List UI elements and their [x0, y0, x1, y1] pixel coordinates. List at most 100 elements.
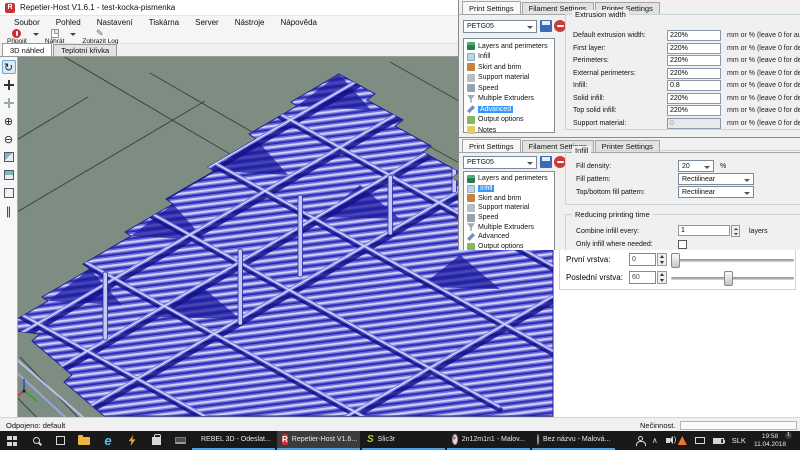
tab-print-settings[interactable]: Print Settings: [462, 1, 521, 14]
isometric-view-icon[interactable]: [2, 150, 16, 164]
start-button[interactable]: [0, 431, 24, 450]
taskbar-button-paint-2[interactable]: Bez názvu - Malová...: [532, 431, 615, 450]
output-icon: [467, 116, 475, 124]
taskbar-button-slic3r[interactable]: SSlic3r: [362, 431, 445, 450]
menu-tiskarna[interactable]: Tiskárna: [141, 18, 187, 27]
first-layer-input[interactable]: [629, 253, 656, 266]
save-profile-icon[interactable]: [540, 156, 552, 168]
zoom-in-icon[interactable]: ⊕: [2, 114, 16, 128]
last-layer-spinner[interactable]: [657, 271, 667, 284]
pinned-laptop-button[interactable]: [168, 431, 192, 450]
last-layer-slider-handle[interactable]: [724, 271, 733, 286]
menu-server[interactable]: Server: [187, 18, 227, 27]
top-bottom-pattern-select[interactable]: Rectilinear: [678, 186, 754, 198]
volume-icon[interactable]: [666, 438, 670, 443]
show-log-button[interactable]: ✎ Zobrazit Log: [79, 29, 121, 45]
move-viewpoint-icon[interactable]: [2, 96, 16, 110]
tab-3d-view[interactable]: 3D náhled: [2, 43, 52, 56]
load-dropdown-icon[interactable]: [70, 33, 76, 36]
groupbox-title: Extrusion width: [572, 10, 629, 19]
antivirus-icon[interactable]: [678, 436, 687, 445]
list-item-support[interactable]: Support material: [464, 73, 554, 84]
parallel-projection-icon[interactable]: ∥: [2, 204, 16, 218]
clock[interactable]: 19:58 11.04.2018: [754, 433, 786, 448]
fill-pattern-select[interactable]: Rectilinear: [678, 173, 754, 185]
field-suffix: mm or % (leave 0 for default): [727, 120, 800, 127]
date: 11.04.2018: [754, 441, 786, 449]
activity-status: Nečinnost.: [640, 421, 675, 430]
skirt-icon: [467, 63, 475, 71]
list-item-speed[interactable]: Speed: [464, 213, 554, 223]
list-item-infill[interactable]: Infill: [464, 184, 554, 194]
taskbar-button-firefox[interactable]: REBEL 3D - Odeslat...: [192, 431, 275, 450]
perimeters-width-input[interactable]: [667, 55, 721, 66]
front-view-icon[interactable]: [2, 168, 16, 182]
top-solid-infill-width-input[interactable]: [667, 105, 721, 116]
menu-nastroje[interactable]: Nástroje: [227, 18, 273, 27]
list-item-layers[interactable]: Layers and perimeters: [464, 41, 554, 52]
field-label: Top solid infill:: [573, 107, 617, 114]
rotate-view-icon[interactable]: ↻: [2, 60, 16, 74]
display-icon[interactable]: [695, 437, 705, 444]
list-item-advanced[interactable]: Advanced: [464, 232, 554, 242]
first-layer-slider-handle[interactable]: [671, 253, 680, 268]
menu-napoveda[interactable]: Nápověda: [273, 18, 325, 27]
file-explorer-button[interactable]: [72, 431, 96, 450]
list-item-extruders[interactable]: Multiple Extruders: [464, 94, 554, 105]
taskbar-button-paint-1[interactable]: 2n12m1n1 - Malov...: [447, 431, 530, 450]
last-layer-input[interactable]: [629, 271, 656, 284]
menu-nastaveni[interactable]: Nastavení: [89, 18, 141, 27]
first-layer-spinner[interactable]: [657, 253, 667, 266]
first-layer-slider[interactable]: [671, 259, 794, 262]
connect-dropdown-icon[interactable]: [33, 33, 39, 36]
search-button[interactable]: [24, 431, 48, 450]
save-profile-icon[interactable]: [540, 20, 552, 32]
contact-icon[interactable]: [636, 436, 644, 445]
infill-width-input[interactable]: [667, 80, 721, 91]
tab-temperature-curve[interactable]: Teplotní křivka: [53, 44, 117, 56]
move-object-icon[interactable]: [2, 78, 16, 92]
hidden-icons-chevron[interactable]: ∧: [652, 436, 658, 445]
system-tray: ∧ SLK 19:58 11.04.2018 1: [636, 433, 800, 448]
combine-infill-input[interactable]: [678, 225, 730, 236]
tab-print-settings-2[interactable]: Print Settings: [462, 139, 521, 152]
list-item-infill[interactable]: Infill: [464, 52, 554, 63]
default-extrusion-width-input[interactable]: [667, 30, 721, 41]
list-item-skirt[interactable]: Skirt and brim: [464, 62, 554, 73]
profile-select[interactable]: PETG05: [463, 20, 537, 33]
store-button[interactable]: [144, 431, 168, 450]
solid-infill-width-input[interactable]: [667, 93, 721, 104]
paint-icon: [452, 434, 458, 445]
zoom-out-icon[interactable]: ⊖: [2, 132, 16, 146]
list-item-speed[interactable]: Speed: [464, 83, 554, 94]
language-indicator[interactable]: SLK: [732, 436, 746, 445]
chevron-down-icon: [527, 26, 533, 29]
external-perimeters-width-input[interactable]: [667, 68, 721, 79]
connect-icon: [12, 29, 21, 38]
pencil-icon: ✎: [96, 29, 105, 38]
list-item-layers[interactable]: Layers and perimeters: [464, 174, 554, 184]
list-item-output[interactable]: Output options: [464, 115, 554, 126]
battery-icon[interactable]: [713, 438, 724, 444]
menu-soubor[interactable]: Soubor: [6, 18, 48, 27]
combine-infill-unit: layers: [749, 228, 768, 235]
fill-density-select[interactable]: 20: [678, 160, 714, 172]
list-item-support[interactable]: Support material: [464, 203, 554, 213]
combine-infill-spinner[interactable]: [731, 225, 740, 237]
profile-select-2[interactable]: PETG05: [463, 156, 537, 169]
top-view-icon[interactable]: [2, 186, 16, 200]
list-item-extruders[interactable]: Multiple Extruders: [464, 222, 554, 232]
menu-pohled[interactable]: Pohled: [48, 18, 89, 27]
only-infill-checkbox[interactable]: [678, 240, 687, 249]
pinned-app-button[interactable]: [120, 431, 144, 450]
edge-button[interactable]: e: [96, 431, 120, 450]
taskbar-button-repetier[interactable]: RRepetier-Host V1.6...: [277, 431, 360, 450]
list-item-notes[interactable]: Notes: [464, 125, 554, 136]
list-item-output[interactable]: Output options: [464, 242, 554, 250]
list-item-skirt[interactable]: Skirt and brim: [464, 193, 554, 203]
taskbar: e REBEL 3D - Odeslat... RRepetier-Host V…: [0, 431, 800, 450]
task-view-button[interactable]: [48, 431, 72, 450]
list-item-advanced[interactable]: Advanced: [464, 104, 554, 115]
first-layer-width-input[interactable]: [667, 43, 721, 54]
support-material-width-input[interactable]: [667, 118, 721, 129]
